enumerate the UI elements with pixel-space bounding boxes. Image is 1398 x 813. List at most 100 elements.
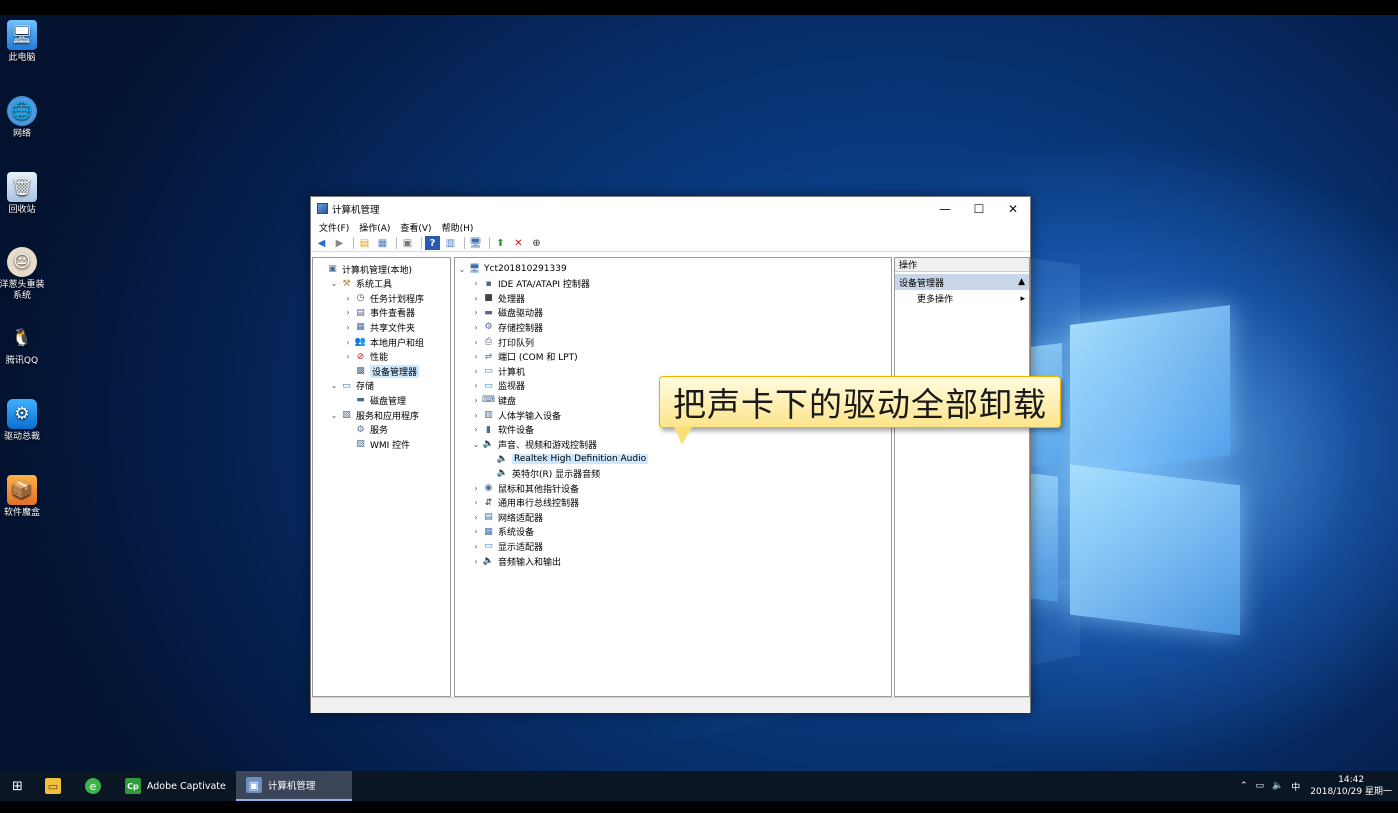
chevron-right-icon[interactable]: ›: [471, 381, 481, 390]
chevron-right-icon[interactable]: ›: [471, 484, 481, 493]
clock[interactable]: 14:42 2018/10/29 星期一: [1310, 774, 1392, 798]
tree-node[interactable]: ⌄ 🖥 Yct201810291339: [457, 262, 567, 276]
taskbar-app-computer-management[interactable]: ▣ 计算机管理: [235, 771, 352, 801]
scan-hardware-icon[interactable]: 🖥: [468, 236, 483, 250]
chevron-down-icon[interactable]: ⌄: [471, 440, 481, 449]
close-button[interactable]: ✕: [996, 197, 1030, 220]
volume-icon[interactable]: 🔈: [1272, 781, 1283, 791]
menu-file[interactable]: 文件(F): [314, 221, 354, 234]
tree-node[interactable]: ⌄ ▧ 服务和应用程序: [329, 408, 419, 422]
tree-node[interactable]: › 👥 本地用户和组: [343, 335, 424, 349]
chevron-right-icon[interactable]: ›: [471, 411, 481, 420]
chevron-down-icon[interactable]: ⌄: [329, 411, 339, 420]
menu-help[interactable]: 帮助(H): [437, 221, 479, 234]
desktop-icon-driver[interactable]: ⚙ 驱动总裁: [0, 399, 44, 443]
uninstall-device-icon[interactable]: ✕: [511, 236, 526, 250]
chevron-right-icon[interactable]: ›: [471, 396, 481, 405]
tree-node[interactable]: › ▬ 磁盘驱动器: [471, 306, 543, 320]
collapse-up-icon[interactable]: ▲: [1018, 277, 1025, 287]
view-icon[interactable]: ▥: [443, 236, 458, 250]
tree-node[interactable]: › ▤ 网络适配器: [471, 510, 543, 524]
tree-node[interactable]: ⌄ ▭ 存储: [329, 379, 374, 393]
chevron-right-icon[interactable]: ›: [471, 557, 481, 566]
show-tree-icon[interactable]: ▦: [375, 236, 390, 250]
tree-node[interactable]: ▩ 设备管理器: [343, 364, 420, 378]
chevron-right-icon[interactable]: ›: [471, 367, 481, 376]
chevron-down-icon[interactable]: ⌄: [329, 381, 339, 390]
tree-node[interactable]: › ⚙ 存储控制器: [471, 320, 543, 334]
desktop-icon-network[interactable]: 🌐 网络: [0, 96, 44, 140]
chevron-right-icon[interactable]: ›: [343, 294, 353, 303]
start-button[interactable]: ⊞: [0, 771, 35, 801]
network-tray-icon[interactable]: ▭: [1256, 781, 1265, 791]
tree-node[interactable]: › ⎙ 打印队列: [471, 335, 534, 349]
taskbar-app-captivate[interactable]: Cp Adobe Captivate: [115, 771, 236, 801]
tree-node[interactable]: › ◉ 鼠标和其他指针设备: [471, 481, 579, 495]
chevron-right-icon[interactable]: ›: [343, 338, 353, 347]
tree-node[interactable]: › 🔈 音频输入和输出: [471, 554, 561, 568]
tree-node[interactable]: › ▦ 共享文件夹: [343, 320, 415, 334]
chevron-right-icon[interactable]: ›: [471, 498, 481, 507]
chevron-up-icon[interactable]: ⌃: [1240, 781, 1248, 791]
browser-button[interactable]: e: [77, 771, 115, 801]
chevron-right-icon[interactable]: ›: [471, 542, 481, 551]
tree-node[interactable]: ⌄ ⚒ 系统工具: [329, 277, 392, 291]
minimize-button[interactable]: —: [928, 197, 962, 220]
chevron-right-icon[interactable]: ›: [471, 294, 481, 303]
tree-node[interactable]: ▨ WMI 控件: [343, 437, 410, 451]
tree-node[interactable]: ⚙ 服务: [343, 423, 388, 437]
desktop-icon-onion[interactable]: 😐 洋葱头重装系统: [0, 247, 47, 302]
tree-node[interactable]: › ▤ 事件查看器: [343, 306, 415, 320]
tree-node[interactable]: › ▦ 系统设备: [471, 525, 534, 539]
desktop-icon-qq[interactable]: 🐧 腾讯QQ: [0, 323, 44, 367]
chevron-right-icon[interactable]: ›: [471, 338, 481, 347]
tree-node[interactable]: 🔈 Realtek High Definition Audio: [485, 452, 649, 466]
properties-icon[interactable]: ▣: [400, 236, 415, 250]
tree-node[interactable]: › ▭ 显示适配器: [471, 539, 543, 553]
chevron-right-icon[interactable]: ›: [343, 323, 353, 332]
file-explorer-button[interactable]: ▭: [35, 771, 77, 801]
tree-node[interactable]: › ▮ 软件设备: [471, 423, 534, 437]
update-driver-icon[interactable]: ⬆: [493, 236, 508, 250]
tree-node[interactable]: › ⇌ 端口 (COM 和 LPT): [471, 350, 577, 364]
menu-action[interactable]: 操作(A): [354, 221, 395, 234]
chevron-right-icon[interactable]: ›: [471, 308, 481, 317]
tree-node[interactable]: › ⇵ 通用串行总线控制器: [471, 496, 579, 510]
forward-arrow-icon[interactable]: ▶: [332, 236, 347, 250]
chevron-right-icon[interactable]: ›: [343, 308, 353, 317]
ime-indicator[interactable]: 中: [1291, 780, 1300, 793]
chevron-down-icon[interactable]: ⌄: [457, 265, 467, 274]
tree-node[interactable]: ⌄ 🔈 声音、视频和游戏控制器: [471, 437, 597, 451]
up-folder-icon[interactable]: ▤: [357, 236, 372, 250]
chevron-right-icon[interactable]: ›: [471, 425, 481, 434]
more-actions-item[interactable]: 更多操作 ▸: [895, 290, 1029, 307]
chevron-right-icon[interactable]: ›: [471, 323, 481, 332]
tree-node[interactable]: 🔈 英特尔(R) 显示器音频: [485, 466, 600, 480]
download-icon[interactable]: ⊕: [529, 236, 544, 250]
actions-section-device-manager[interactable]: 设备管理器 ▲: [895, 274, 1029, 290]
chevron-down-icon[interactable]: ⌄: [329, 279, 339, 288]
desktop-icon-this-pc[interactable]: 🖥 此电脑: [0, 20, 44, 64]
chevron-right-icon[interactable]: ›: [471, 352, 481, 361]
tree-node[interactable]: ▣ 计算机管理(本地): [315, 262, 412, 276]
title-bar[interactable]: 计算机管理 — ☐ ✕: [311, 197, 1030, 220]
tree-node[interactable]: › ▭ 计算机: [471, 364, 525, 378]
desktop-icon-recycle-bin[interactable]: 🗑 回收站: [0, 172, 44, 216]
console-tree-pane[interactable]: ▣ 计算机管理(本地) ⌄ ⚒ 系统工具 › ◷ 任务计划程序 › ▤ 事件查看器 › ▦ 共享文件夹 › 👥…: [312, 257, 451, 697]
menu-view[interactable]: 查看(V): [395, 221, 436, 234]
tree-node[interactable]: › ▥ 人体学输入设备: [471, 408, 561, 422]
back-arrow-icon[interactable]: ◀: [314, 236, 329, 250]
tree-node[interactable]: › ▪ IDE ATA/ATAPI 控制器: [471, 277, 590, 291]
device-tree-pane[interactable]: ⌄ 🖥 Yct201810291339 › ▪ IDE ATA/ATAPI 控制器 › ■ 处理…: [454, 257, 892, 697]
chevron-right-icon[interactable]: ›: [471, 527, 481, 536]
desktop-icon-software-box[interactable]: 📦 软件魔盒: [0, 475, 44, 519]
maximize-button[interactable]: ☐: [962, 197, 996, 220]
chevron-right-icon[interactable]: ›: [471, 513, 481, 522]
tree-node[interactable]: › ▭ 监视器: [471, 379, 525, 393]
tree-node[interactable]: ▬ 磁盘管理: [343, 393, 406, 407]
chevron-right-icon[interactable]: ›: [343, 352, 353, 361]
tree-node[interactable]: › ⌨ 键盘: [471, 393, 516, 407]
tree-node[interactable]: › ■ 处理器: [471, 291, 525, 305]
help-icon[interactable]: ?: [425, 236, 440, 250]
tree-node[interactable]: › ◷ 任务计划程序: [343, 291, 424, 305]
